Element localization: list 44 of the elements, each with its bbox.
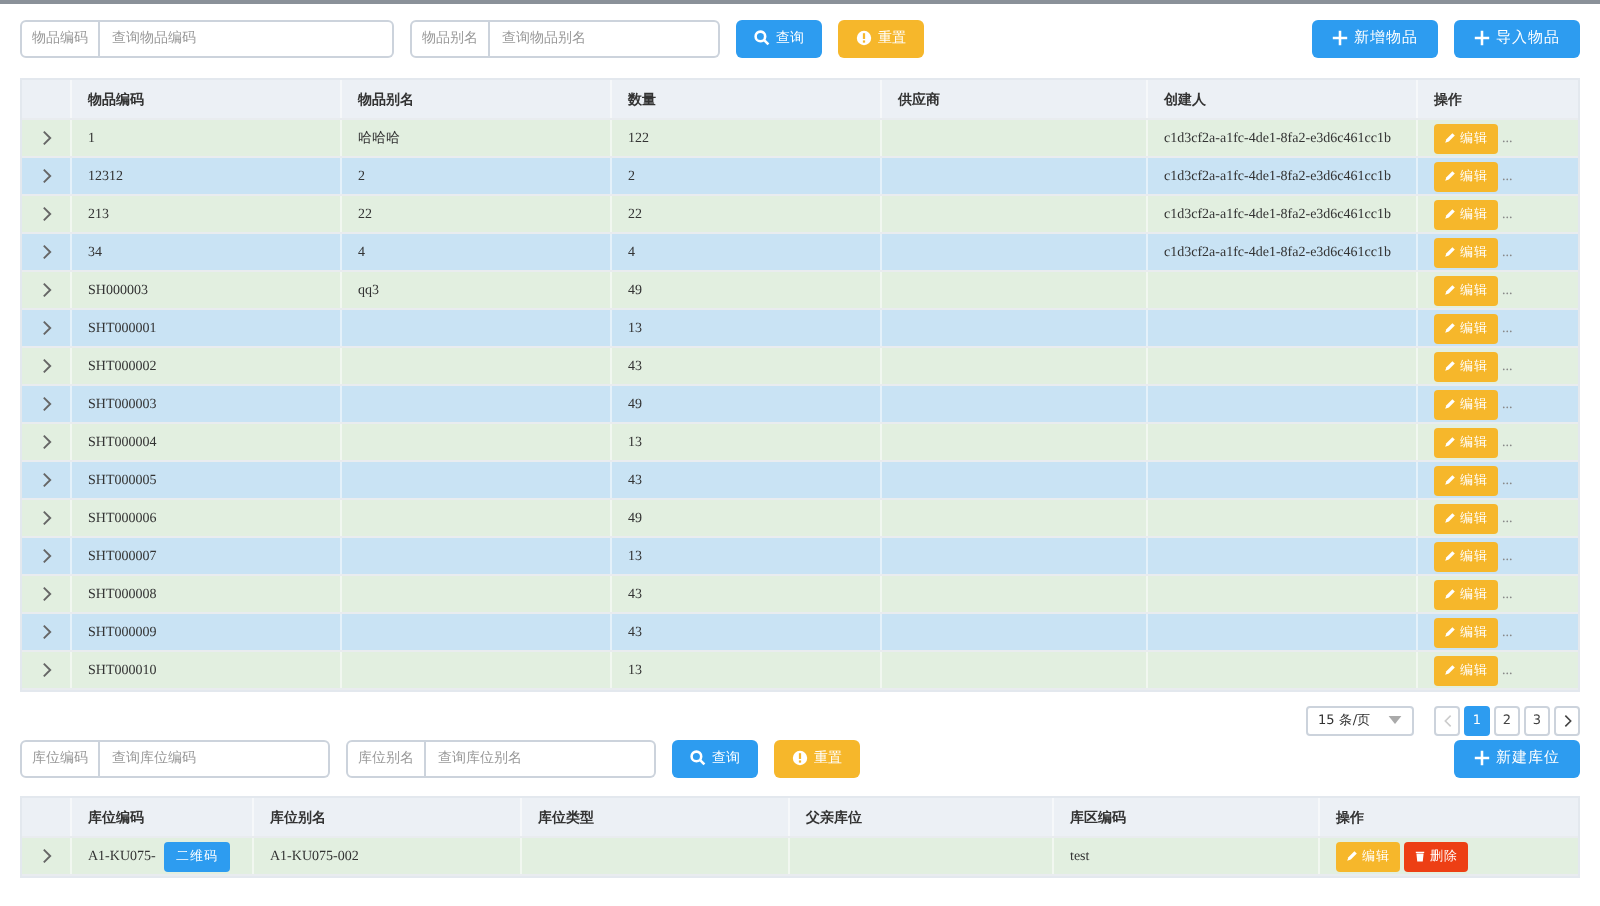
- pencil-icon: [1444, 398, 1456, 410]
- chevron-left-icon: [1443, 713, 1451, 727]
- pencil-icon: [1444, 512, 1456, 524]
- chevron-icon[interactable]: [41, 624, 51, 640]
- chevron-icon[interactable]: [41, 396, 51, 412]
- pencil-icon: [1444, 664, 1456, 676]
- chevron-icon[interactable]: [41, 130, 51, 146]
- pencil-icon: [1346, 850, 1358, 862]
- search-icon: [754, 30, 770, 46]
- search-icon: [690, 750, 706, 766]
- chevron-icon[interactable]: [41, 434, 51, 450]
- pencil-icon: [1444, 360, 1456, 372]
- pencil-icon: [1444, 322, 1456, 334]
- plus-icon: [1474, 750, 1490, 766]
- plus-icon: [1332, 30, 1348, 46]
- pencil-icon: [1444, 246, 1456, 258]
- chevron-icon[interactable]: [41, 320, 51, 336]
- chevron-icon[interactable]: [41, 510, 51, 526]
- plus-icon: [1474, 30, 1490, 46]
- chevron-icon[interactable]: [41, 244, 51, 260]
- pencil-icon: [1444, 474, 1456, 486]
- next-page-button[interactable]: [1554, 705, 1580, 735]
- trash-icon: [1414, 850, 1426, 862]
- chevron-icon[interactable]: [41, 168, 51, 184]
- chevron-icon[interactable]: [41, 586, 51, 602]
- pencil-icon: [1444, 132, 1456, 144]
- chevron-right-icon: [1563, 713, 1571, 727]
- chevron-icon[interactable]: [41, 282, 51, 298]
- pencil-icon: [1444, 588, 1456, 600]
- chevron-icon[interactable]: [41, 848, 51, 864]
- info-icon: [792, 750, 808, 766]
- chevron-icon[interactable]: [41, 662, 51, 678]
- chevron-icon[interactable]: [41, 358, 51, 374]
- pencil-icon: [1444, 550, 1456, 562]
- pencil-icon: [1444, 626, 1456, 638]
- pencil-icon: [1444, 208, 1456, 220]
- chevron-icon[interactable]: [41, 206, 51, 222]
- pencil-icon: [1444, 170, 1456, 182]
- info-icon: [856, 30, 872, 46]
- chevron-icon[interactable]: [41, 472, 51, 488]
- caret-icon: [1388, 716, 1402, 724]
- chevron-icon[interactable]: [41, 548, 51, 564]
- pencil-icon: [1444, 284, 1456, 296]
- pencil-icon: [1444, 436, 1456, 448]
